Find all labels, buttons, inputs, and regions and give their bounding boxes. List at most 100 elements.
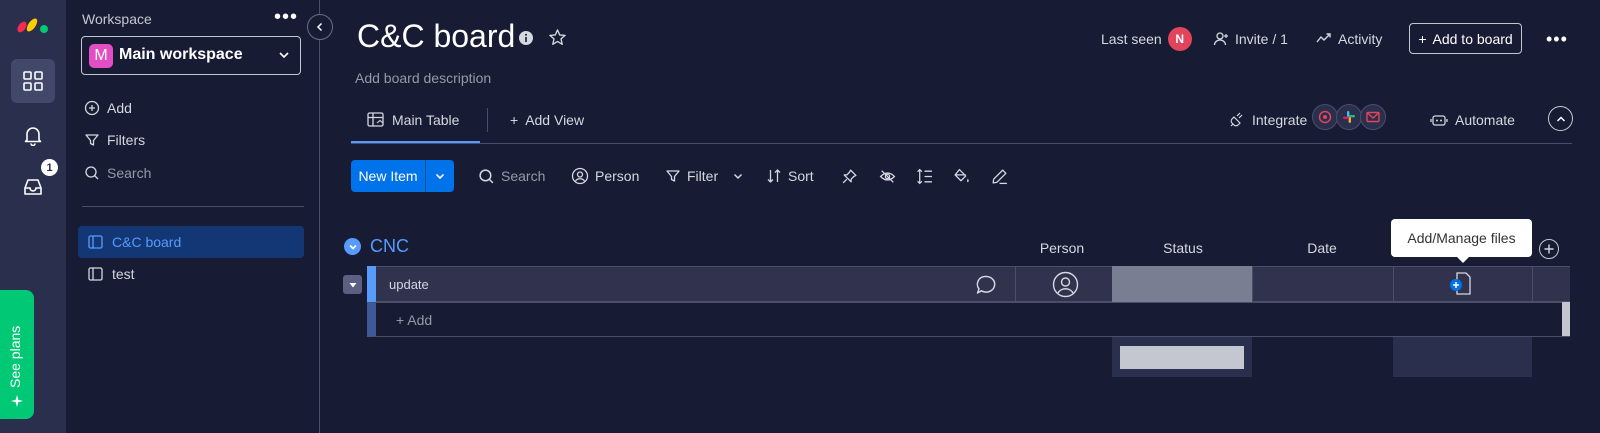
sort-label: Sort [788, 168, 814, 184]
group-collapse-button[interactable] [344, 238, 361, 255]
hide-button[interactable] [879, 166, 896, 186]
divider [487, 108, 488, 132]
new-item-dropdown[interactable] [426, 160, 454, 192]
workspace-search[interactable]: Search [84, 162, 151, 184]
add-button[interactable]: Add [84, 97, 132, 119]
board-item-cc-board[interactable]: C&C board [78, 226, 304, 258]
filter-icon [85, 134, 99, 146]
invite-button[interactable]: Invite / 1 [1213, 28, 1288, 50]
last-seen-label: Last seen [1101, 31, 1162, 47]
integrate-button[interactable]: Integrate [1229, 108, 1307, 132]
filters-button[interactable]: Filters [84, 129, 145, 151]
column-header-person[interactable]: Person [1019, 240, 1105, 256]
plus-icon [1544, 244, 1554, 254]
filter-button[interactable]: Filter [665, 166, 718, 186]
comment-icon[interactable] [975, 274, 997, 296]
activity-label: Activity [1338, 31, 1383, 47]
board-menu-icon[interactable]: ••• [1546, 29, 1568, 50]
table-icon [367, 112, 384, 127]
files-cell[interactable] [1447, 271, 1473, 297]
activity-button[interactable]: Activity [1316, 28, 1382, 50]
person-filter-button[interactable]: Person [571, 166, 639, 186]
add-item-row[interactable] [367, 302, 1570, 337]
see-plans-label: See plans [7, 325, 23, 388]
integration-icons[interactable] [1312, 104, 1386, 130]
filter-label: Filter [687, 168, 719, 184]
sort-button[interactable]: Sort [766, 166, 814, 186]
add-person-icon [1213, 32, 1228, 46]
tooltip-arrow [1456, 256, 1470, 263]
divider [1015, 266, 1016, 302]
invite-label: Invite / 1 [1235, 31, 1288, 47]
activity-icon [1316, 33, 1331, 43]
collapse-panel-button[interactable] [307, 14, 333, 40]
board-icon [88, 267, 103, 281]
chevron-up-icon [1556, 115, 1565, 122]
chevron-down-icon [435, 173, 445, 180]
workspace-menu-icon[interactable]: ••• [274, 6, 298, 29]
group-title[interactable]: CNC [370, 236, 409, 257]
workspace-selector[interactable]: M Main workspace [81, 36, 301, 75]
pin-button[interactable] [841, 166, 858, 186]
see-plans-button[interactable]: See plans [0, 290, 34, 419]
new-item-label[interactable]: New Item [351, 160, 426, 192]
person-cell[interactable] [1052, 271, 1079, 298]
column-header-status[interactable]: Status [1140, 240, 1226, 256]
workspace-label: Workspace [82, 11, 152, 27]
tab-main-table[interactable]: Main Table [367, 108, 459, 132]
add-view-label: Add View [525, 112, 585, 128]
plus-icon: + [1418, 30, 1427, 47]
add-file-icon [1450, 272, 1471, 295]
person-icon [1052, 271, 1079, 298]
board-description[interactable]: Add board description [355, 70, 491, 86]
date-cell[interactable] [1253, 266, 1393, 302]
collapse-header-button[interactable] [1548, 106, 1573, 131]
row-height-button[interactable] [916, 166, 933, 186]
search-label: Search [501, 168, 546, 184]
pencil-icon [992, 168, 1007, 184]
new-item-button[interactable]: New Item [351, 160, 454, 192]
add-view-button[interactable]: + Add View [510, 108, 584, 132]
filter-icon [666, 170, 680, 182]
board-title[interactable]: C&C board [357, 18, 515, 55]
edit-button[interactable] [991, 166, 1008, 186]
search-icon [85, 166, 99, 180]
row-height-icon [917, 168, 932, 184]
integrate-label: Integrate [1252, 112, 1308, 128]
filter-dropdown[interactable] [732, 166, 744, 186]
grid-icon [23, 71, 43, 91]
automate-label: Automate [1455, 112, 1515, 128]
status-cell[interactable] [1112, 266, 1252, 302]
caret-down-icon [349, 282, 356, 287]
add-item-input[interactable]: + Add [396, 312, 432, 328]
star-icon[interactable] [548, 28, 567, 47]
scrollbar[interactable] [1562, 302, 1570, 336]
avatar: N [1167, 27, 1192, 51]
notifications-button[interactable] [11, 113, 55, 157]
sort-icon [767, 169, 781, 183]
color-button[interactable] [953, 166, 970, 186]
robot-icon [1430, 115, 1448, 126]
column-header-date[interactable]: Date [1279, 240, 1365, 256]
info-icon[interactable] [518, 30, 534, 46]
add-to-board-button[interactable]: + Add to board [1409, 23, 1522, 54]
chevron-left-icon [316, 22, 323, 32]
monday-logo-icon[interactable] [17, 13, 50, 35]
row-menu-button[interactable] [343, 275, 362, 294]
divider [351, 143, 1572, 144]
status-summary-bar [1120, 346, 1244, 369]
board-item-test[interactable]: test [78, 258, 304, 290]
workspaces-button[interactable] [11, 59, 55, 103]
files-summary [1393, 337, 1532, 377]
last-seen-button[interactable]: Last seen N [1101, 27, 1192, 51]
eye-off-icon [879, 169, 896, 183]
workspace-avatar: M [89, 44, 113, 68]
chevron-down-icon [348, 244, 357, 250]
toolbar-search[interactable]: Search [478, 166, 545, 186]
search-label: Search [107, 165, 152, 181]
add-column-button[interactable] [1539, 239, 1559, 259]
chevron-down-icon [733, 173, 743, 180]
automate-button[interactable]: Automate [1430, 108, 1515, 132]
person-icon [571, 167, 589, 185]
item-name[interactable]: update [389, 277, 429, 292]
